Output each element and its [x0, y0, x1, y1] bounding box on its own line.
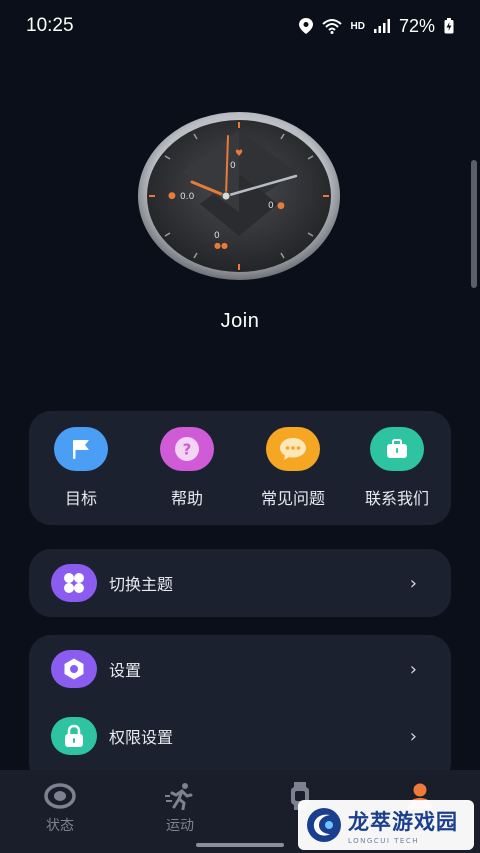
- status-icons: HD 72%: [298, 15, 454, 37]
- theme-card: 切换主题 ›: [29, 549, 451, 617]
- flag-icon: [54, 427, 108, 471]
- question-icon: ?: [160, 427, 214, 471]
- chevron-right-icon: ›: [409, 572, 417, 594]
- nav-label-sport: 运动: [166, 818, 194, 834]
- row-label-switch-theme: 切换主题: [109, 575, 174, 594]
- quick-item-help[interactable]: ? 帮助: [137, 427, 237, 509]
- settings-card: 设置 › 权限设置 ›: [29, 635, 451, 785]
- grid-petals-icon: [51, 564, 97, 602]
- quick-actions-card: 目标 ? 帮助 常见问题 联系我们: [29, 411, 451, 525]
- row-settings[interactable]: 设置 ›: [29, 643, 451, 695]
- svg-text:?: ?: [183, 441, 192, 459]
- quick-label-goal: 目标: [64, 489, 97, 508]
- quick-item-faq[interactable]: 常见问题: [243, 427, 343, 509]
- eye-icon: [20, 782, 100, 810]
- svg-text:0: 0: [268, 201, 274, 211]
- svg-text:●: ●: [277, 201, 285, 211]
- device-name: Join: [220, 310, 260, 332]
- svg-text:●●: ●●: [214, 241, 228, 250]
- nav-label-status: 状态: [46, 818, 74, 834]
- row-label-settings: 设置: [109, 661, 142, 680]
- nav-item-status[interactable]: 状态: [20, 782, 100, 835]
- hexagon-settings-icon: [51, 650, 97, 688]
- chevron-right-icon: ›: [409, 725, 417, 747]
- wifi-icon: [321, 18, 342, 34]
- status-time: 10:25: [26, 15, 74, 36]
- quick-label-faq: 常见问题: [260, 489, 325, 508]
- quick-item-contact[interactable]: 联系我们: [347, 427, 447, 509]
- svg-text:♥: ♥: [235, 149, 243, 159]
- nav-item-sport[interactable]: 运动: [140, 782, 220, 835]
- row-switch-theme[interactable]: 切换主题 ›: [29, 557, 451, 609]
- svg-text:●: ●: [168, 191, 176, 201]
- quick-label-contact: 联系我们: [364, 489, 429, 508]
- quick-label-help: 帮助: [170, 489, 203, 508]
- watermark-title: 龙萃游戏园: [348, 809, 458, 834]
- scroll-indicator[interactable]: [471, 160, 477, 288]
- briefcase-icon: [370, 427, 424, 471]
- quick-item-goal[interactable]: 目标: [31, 427, 131, 509]
- network-type: HD: [350, 20, 365, 32]
- location-icon: [298, 18, 313, 34]
- watermark-logo-icon: [306, 807, 342, 843]
- chat-bubble-icon: [266, 427, 320, 471]
- chevron-right-icon: ›: [409, 658, 417, 680]
- svg-text:0.0: 0.0: [180, 192, 195, 202]
- home-indicator[interactable]: [196, 843, 284, 847]
- row-label-permission-settings: 权限设置: [109, 728, 174, 747]
- battery-percent: 72%: [398, 15, 435, 36]
- watermark-subtitle: LONGCUI TECH: [348, 836, 419, 845]
- battery-charging-icon: [444, 18, 454, 34]
- svg-text:0: 0: [230, 161, 236, 171]
- row-permission-settings[interactable]: 权限设置 ›: [29, 710, 451, 762]
- watch-face-preview[interactable]: ♥ 0 ● 0.0 0 ● 0 ●●: [138, 112, 340, 280]
- lock-icon: [51, 717, 97, 755]
- status-bar: 10:25 HD 72%: [0, 0, 480, 52]
- watermark: 龙萃游戏园 LONGCUI TECH: [298, 800, 474, 850]
- svg-text:0: 0: [214, 231, 220, 241]
- signal-icon: [373, 19, 390, 33]
- running-icon: [140, 782, 220, 810]
